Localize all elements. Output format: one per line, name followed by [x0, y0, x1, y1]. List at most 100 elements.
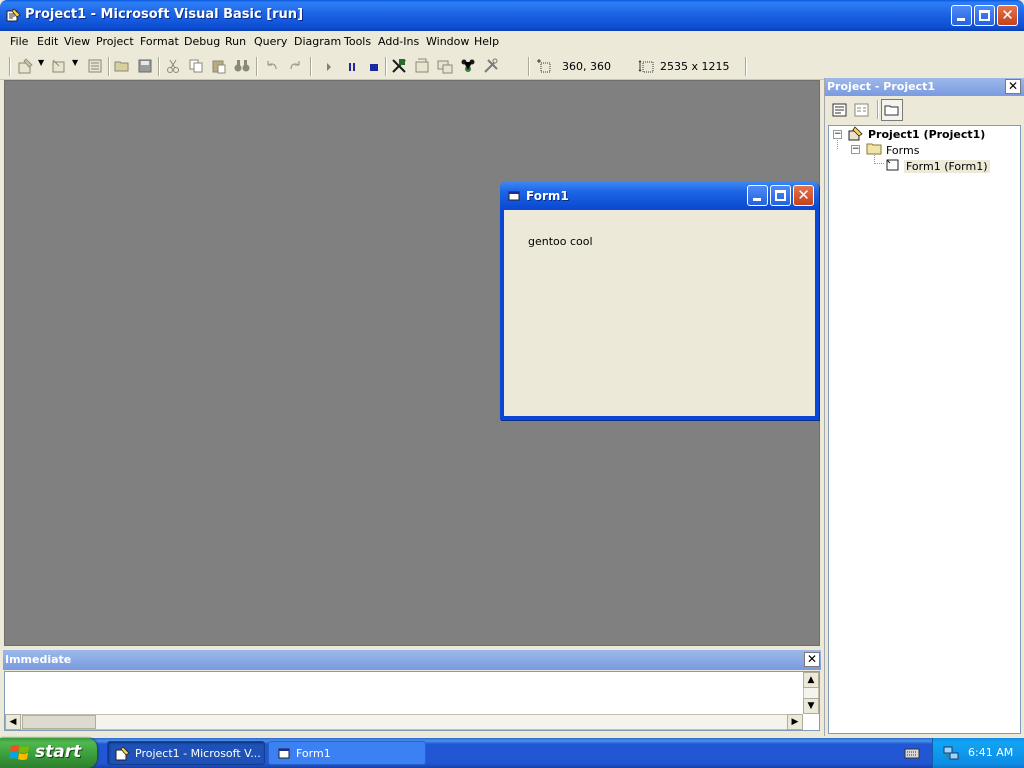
toggle-folders-button[interactable] [881, 99, 903, 121]
form1-window[interactable]: Form1 ✕ gentoo cool [500, 181, 819, 420]
menu-project[interactable]: Project [96, 35, 134, 48]
toolbar-separator [385, 57, 387, 76]
menu-help[interactable]: Help [474, 35, 499, 48]
project-tree[interactable]: − Project1 (Project1) − Forms Form1 (For… [828, 125, 1021, 734]
redo-icon[interactable] [286, 57, 304, 75]
break-pause-icon[interactable] [343, 57, 361, 75]
tree-item-form1[interactable]: Form1 (Form1) [904, 160, 990, 173]
toolbar-grip[interactable] [9, 57, 11, 76]
vb-app-icon[interactable] [6, 8, 21, 23]
minimize-icon [753, 198, 761, 201]
minimize-button[interactable] [951, 5, 972, 26]
menu-add-ins[interactable]: Add-Ins [378, 35, 419, 48]
start-button[interactable]: start [0, 738, 97, 768]
toolbar-separator [528, 57, 530, 76]
folder-icon [884, 105, 899, 116]
form1-close-button[interactable]: ✕ [793, 185, 814, 206]
copy-icon[interactable] [187, 57, 205, 75]
cut-icon[interactable] [164, 57, 182, 75]
maximize-icon [775, 190, 786, 201]
scroll-right-icon[interactable]: ▶ [787, 714, 803, 730]
form-layout-icon[interactable] [436, 57, 454, 75]
paste-icon[interactable] [210, 57, 228, 75]
menu-window[interactable]: Window [426, 35, 469, 48]
size-icon [638, 60, 654, 73]
taskbar: start Project1 - Microsoft V... Form1 6:… [0, 738, 1024, 768]
form1-minimize-button[interactable] [747, 185, 768, 206]
menu-tools[interactable]: Tools [344, 35, 371, 48]
add-form-dropdown-icon[interactable]: ▼ [72, 58, 78, 67]
menu-debug[interactable]: Debug [184, 35, 220, 48]
tree-project-root[interactable]: Project1 (Project1) [868, 128, 985, 141]
project-explorer-icon[interactable] [390, 57, 408, 75]
start-label: start [35, 742, 82, 762]
taskbar-item-vb[interactable]: Project1 - Microsoft V... [107, 741, 265, 765]
undo-icon[interactable] [263, 57, 281, 75]
project-icon [848, 126, 863, 141]
form1-maximize-button[interactable] [770, 185, 791, 206]
menu-bar: File Edit View Project Format Debug Run … [0, 31, 1024, 53]
view-object-icon[interactable] [853, 101, 871, 119]
immediate-window-title: Immediate [5, 653, 72, 666]
project-explorer-header[interactable]: Project - Project1 ✕ [825, 78, 1024, 96]
size-readout: 2535 x 1215 [660, 60, 730, 73]
menu-view[interactable]: View [64, 35, 90, 48]
toolbar-separator [158, 57, 160, 76]
form1-client-area[interactable]: gentoo cool [504, 210, 815, 416]
menu-run[interactable]: Run [225, 35, 246, 48]
immediate-window-header[interactable]: Immediate ✕ [3, 650, 821, 670]
scroll-down-icon[interactable]: ▼ [803, 698, 819, 714]
start-run-icon[interactable] [320, 57, 338, 75]
horizontal-scroll-thumb[interactable] [22, 715, 96, 729]
view-code-icon[interactable] [831, 101, 849, 119]
tree-collapse-icon[interactable]: − [851, 145, 860, 154]
project-explorer-pane: Project - Project1 ✕ − Project1 (Project… [824, 78, 1024, 736]
open-project-icon[interactable] [113, 57, 131, 75]
standard-toolbar: ▼ ▼ 360, 360 2535 x 1215 [0, 53, 1024, 80]
end-stop-icon[interactable] [365, 57, 383, 75]
position-readout: 360, 360 [562, 60, 611, 73]
immediate-horizontal-scrollbar[interactable]: ◀ ▶ [5, 714, 803, 730]
network-icon[interactable] [943, 745, 960, 761]
properties-window-icon[interactable] [413, 57, 431, 75]
tree-folder-forms[interactable]: Forms [886, 144, 919, 157]
keyboard-icon[interactable] [904, 746, 920, 760]
menu-edit[interactable]: Edit [37, 35, 58, 48]
toolbar-separator [310, 57, 312, 76]
main-title-bar[interactable]: Project1 - Microsoft Visual Basic [run] … [0, 0, 1024, 31]
vb-app-icon [115, 746, 130, 761]
immediate-window-body[interactable]: ▲ ▼ ◀ ▶ [4, 671, 820, 731]
immediate-vertical-scrollbar[interactable]: ▲ ▼ [803, 672, 819, 714]
save-project-icon[interactable] [136, 57, 154, 75]
menu-format[interactable]: Format [140, 35, 179, 48]
project-explorer-close-button[interactable]: ✕ [1005, 79, 1021, 94]
immediate-close-button[interactable]: ✕ [804, 652, 820, 667]
menu-diagram[interactable]: Diagram [294, 35, 341, 48]
form1-label: gentoo cool [528, 235, 593, 248]
window-title: Project1 - Microsoft Visual Basic [run] [25, 7, 304, 22]
add-form-icon[interactable] [50, 57, 68, 75]
taskbar-item-form1[interactable]: Form1 [268, 741, 426, 765]
find-icon[interactable] [233, 57, 251, 75]
folder-icon [866, 143, 882, 155]
system-tray: 6:41 AM [932, 738, 1024, 768]
scroll-left-icon[interactable]: ◀ [5, 714, 21, 730]
clock[interactable]: 6:41 AM [968, 746, 1013, 759]
scroll-up-icon[interactable]: ▲ [803, 672, 819, 688]
object-browser-icon[interactable] [459, 57, 477, 75]
form1-title-bar[interactable]: Form1 ✕ [500, 181, 819, 210]
add-project-dropdown-icon[interactable]: ▼ [38, 58, 44, 67]
menu-editor-icon[interactable] [86, 57, 104, 75]
maximize-button[interactable] [974, 5, 995, 26]
close-button[interactable]: ✕ [997, 5, 1018, 26]
form-icon [278, 748, 290, 759]
close-icon: ✕ [1001, 6, 1014, 24]
toolbox-icon[interactable] [482, 57, 500, 75]
menu-file[interactable]: File [10, 35, 28, 48]
project-explorer-title: Project - Project1 [827, 80, 935, 93]
tree-collapse-icon[interactable]: − [833, 130, 842, 139]
form-icon[interactable] [508, 190, 520, 202]
toolbar-separator [877, 100, 879, 119]
menu-query[interactable]: Query [254, 35, 287, 48]
add-project-icon[interactable] [17, 57, 35, 75]
